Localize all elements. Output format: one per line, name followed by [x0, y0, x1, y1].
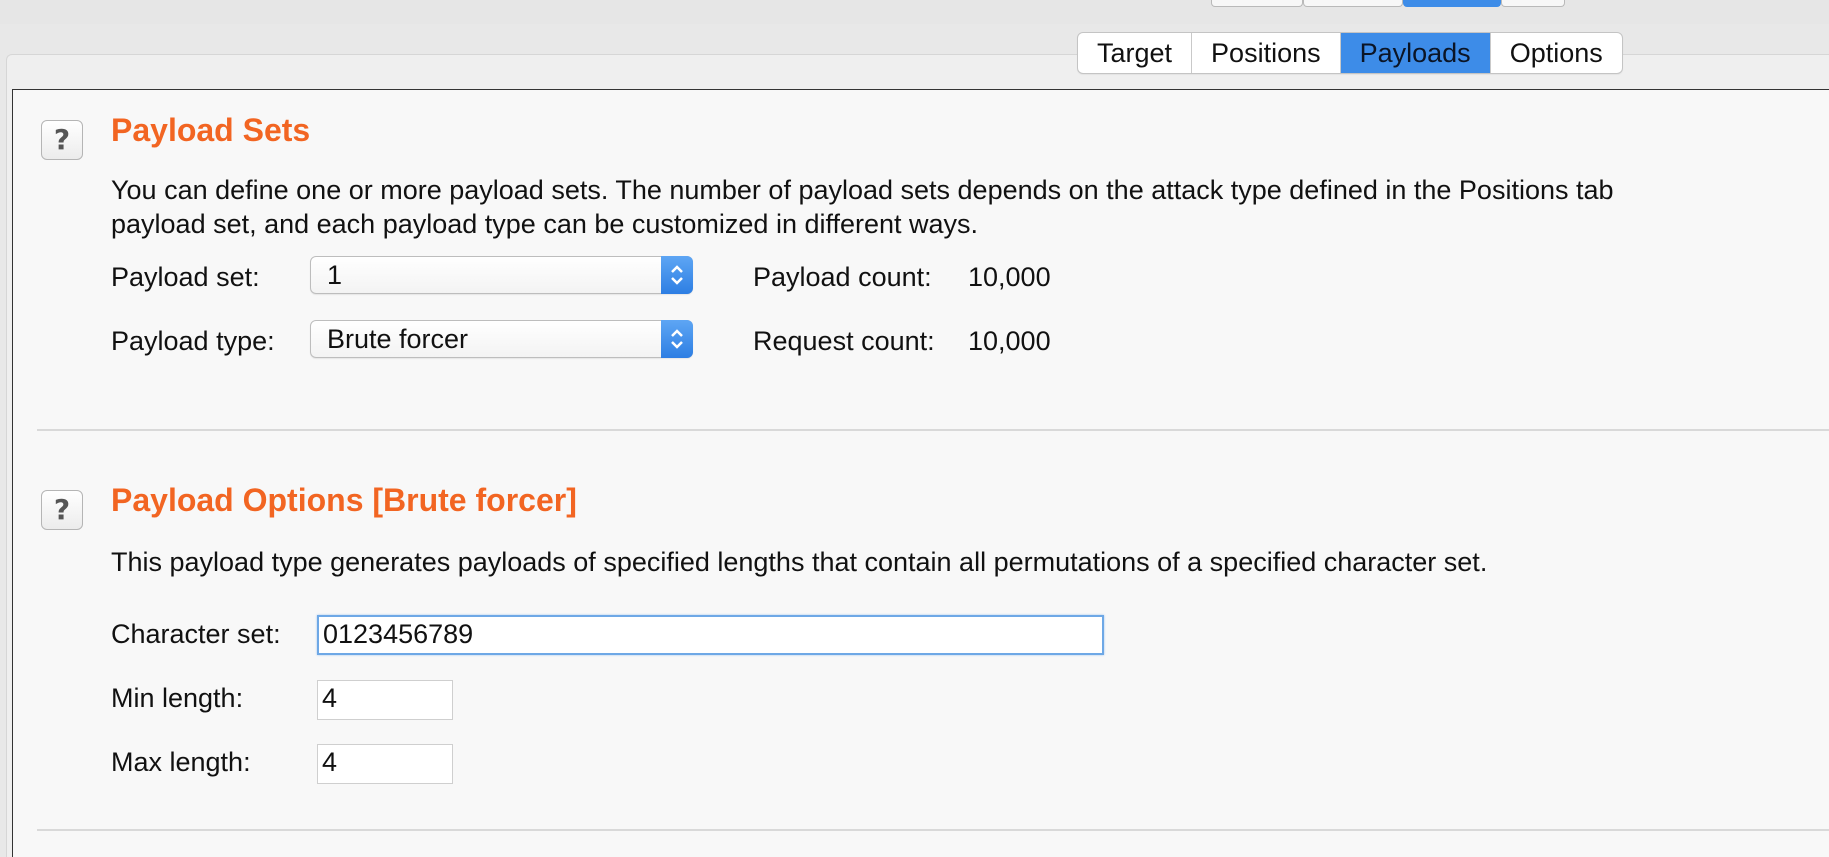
- max-length-value: 4: [322, 747, 338, 777]
- select-arrows-icon: [661, 256, 693, 294]
- section-divider: [37, 429, 1829, 431]
- payloads-content-panel: ? Payload Sets You can define one or mor…: [12, 89, 1829, 857]
- min-length-value: 4: [322, 683, 338, 713]
- max-length-label: Max length:: [111, 747, 251, 777]
- upper-tab-stub[interactable]: [1303, 0, 1403, 7]
- select-arrows-icon: [661, 320, 693, 358]
- min-length-input[interactable]: 4: [317, 680, 453, 720]
- tab-payloads[interactable]: Payloads: [1340, 33, 1491, 73]
- payload-count-value: 10,000: [968, 262, 1051, 292]
- payload-sets-title: Payload Sets: [111, 112, 311, 148]
- upper-tab-stub[interactable]: [1211, 0, 1303, 7]
- character-set-value: 0123456789: [323, 619, 474, 649]
- upper-tab-bar-remnant: [1211, 0, 1565, 7]
- payload-sets-description-line1: You can define one or more payload sets.…: [111, 175, 1614, 205]
- payload-set-value: 1: [327, 260, 343, 290]
- tab-target[interactable]: Target: [1078, 33, 1193, 73]
- burp-intruder-window: Target Positions Payloads Options ? Payl…: [0, 0, 1829, 857]
- tab-options[interactable]: Options: [1491, 33, 1622, 73]
- payload-count-label: Payload count:: [753, 262, 932, 292]
- payload-type-select[interactable]: Brute forcer: [310, 320, 693, 358]
- min-length-label: Min length:: [111, 683, 244, 713]
- payload-options-title: Payload Options [Brute forcer]: [111, 482, 577, 518]
- character-set-input[interactable]: 0123456789: [317, 615, 1104, 655]
- payload-options-description: This payload type generates payloads of …: [111, 547, 1488, 577]
- upper-tab-stub-active[interactable]: [1403, 0, 1501, 7]
- payload-sets-description-line2: payload set, and each payload type can b…: [111, 209, 979, 239]
- upper-tab-stub[interactable]: [1501, 0, 1565, 7]
- payload-set-select[interactable]: 1: [310, 256, 693, 294]
- character-set-label: Character set:: [111, 619, 281, 649]
- request-count-value: 10,000: [968, 326, 1051, 356]
- request-count-label: Request count:: [753, 326, 935, 356]
- tab-positions[interactable]: Positions: [1192, 33, 1341, 73]
- payload-set-label: Payload set:: [111, 262, 260, 292]
- help-icon[interactable]: ?: [41, 120, 83, 160]
- payload-type-value: Brute forcer: [327, 324, 469, 354]
- help-icon[interactable]: ?: [41, 490, 83, 530]
- intruder-tab-bar: Target Positions Payloads Options: [1077, 32, 1623, 74]
- section-divider: [37, 829, 1829, 831]
- max-length-input[interactable]: 4: [317, 744, 453, 784]
- payload-type-label: Payload type:: [111, 326, 275, 356]
